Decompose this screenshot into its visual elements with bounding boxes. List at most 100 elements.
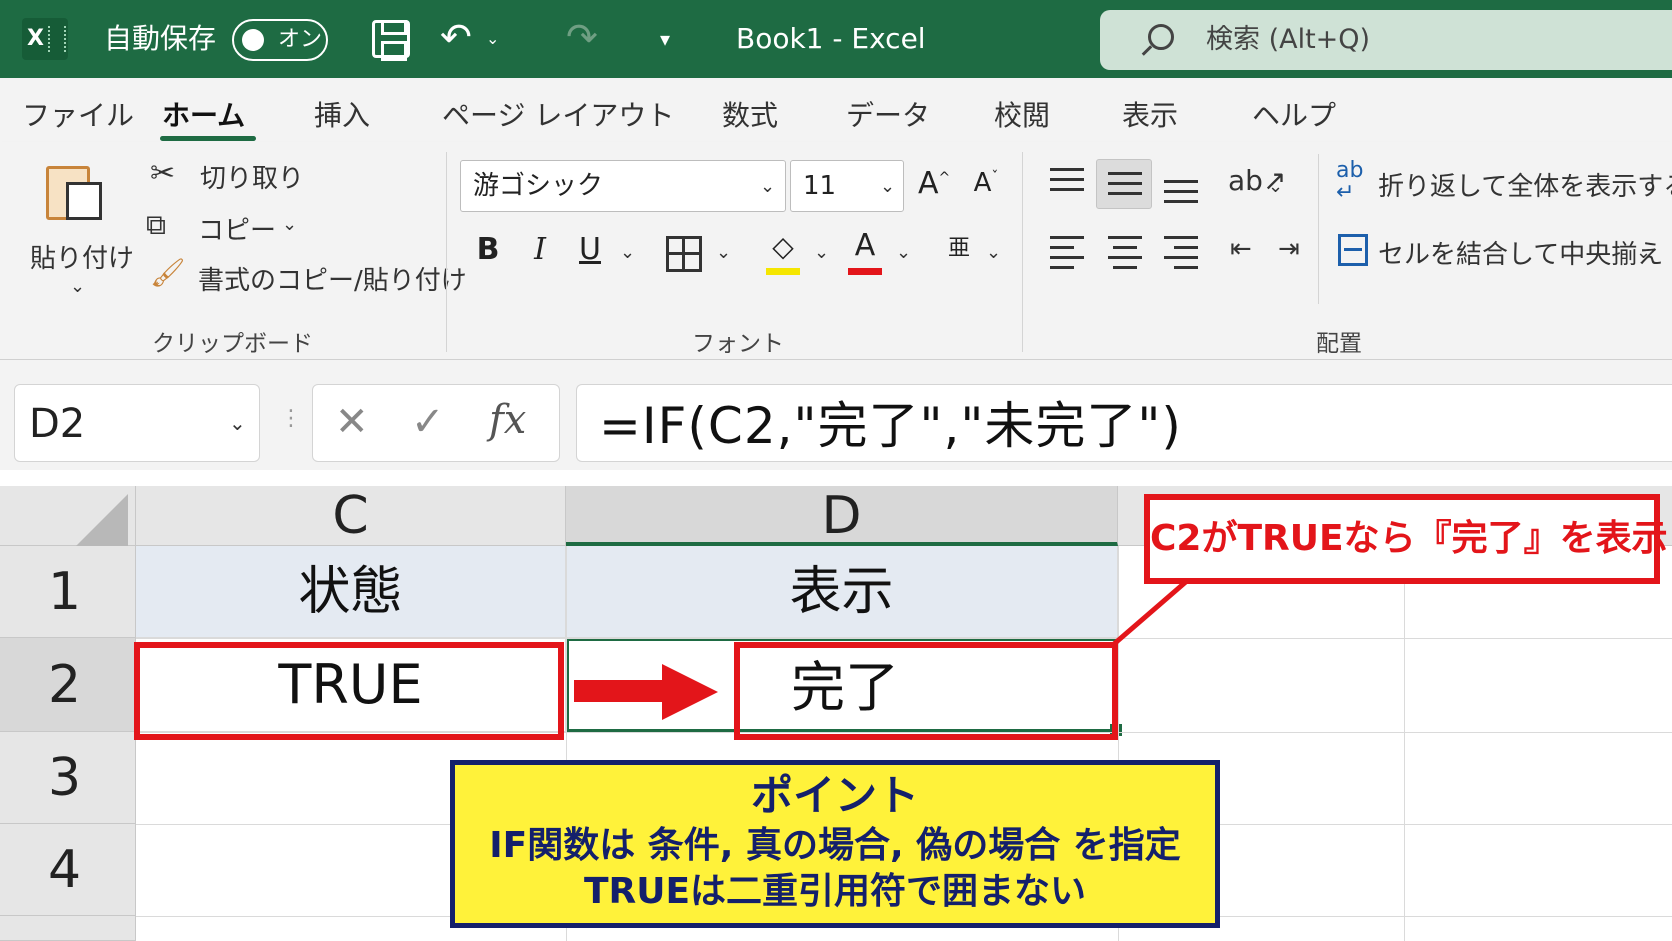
format-painter-button[interactable]: 書式のコピー/貼り付け bbox=[198, 260, 467, 297]
align-middle-button[interactable] bbox=[1096, 159, 1152, 209]
select-all-triangle bbox=[72, 494, 128, 550]
cell-d1[interactable]: 表示 bbox=[566, 546, 1118, 638]
row-header-5[interactable] bbox=[0, 916, 136, 941]
shrink-font-glyph: A bbox=[973, 168, 992, 198]
highlight-c2 bbox=[134, 642, 564, 740]
name-box[interactable]: D2 ⌄ bbox=[14, 384, 260, 462]
toggle-knob bbox=[242, 29, 264, 51]
resize-handle-icon[interactable]: ⋮ bbox=[280, 406, 302, 431]
insert-function-icon[interactable]: fx bbox=[489, 397, 526, 443]
borders-dropdown-icon[interactable]: ⌄ bbox=[716, 242, 731, 263]
tab-file[interactable]: ファイル bbox=[22, 94, 134, 134]
merge-dropdown-icon[interactable]: ⌄ bbox=[1636, 242, 1651, 263]
font-color-dropdown-icon[interactable]: ⌄ bbox=[896, 242, 911, 263]
fill-color-icon[interactable]: ◇ bbox=[766, 230, 800, 263]
window-title: Book1 - Excel bbox=[736, 22, 926, 55]
arrow-head-icon bbox=[662, 664, 718, 720]
tab-formulas[interactable]: 数式 bbox=[722, 94, 778, 134]
font-name-select[interactable]: 游ゴシック bbox=[460, 160, 786, 212]
orientation-dropdown-icon[interactable]: ⌄ bbox=[1268, 176, 1283, 197]
row-header-3[interactable]: 3 bbox=[0, 732, 136, 824]
autosave-toggle[interactable]: オン bbox=[232, 19, 328, 61]
cancel-icon[interactable]: ✕ bbox=[335, 399, 369, 445]
column-header-c[interactable]: C bbox=[136, 486, 566, 546]
select-all-corner[interactable] bbox=[0, 486, 136, 550]
formula-actions: ✕ ✓ fx bbox=[312, 384, 560, 462]
grow-font-glyph: A bbox=[918, 166, 939, 201]
tab-review[interactable]: 校閲 bbox=[994, 94, 1050, 134]
font-size-dropdown-icon[interactable]: ⌄ bbox=[880, 176, 895, 197]
enter-icon[interactable]: ✓ bbox=[411, 399, 445, 445]
font-size-value: 11 bbox=[803, 171, 837, 201]
name-box-value: D2 bbox=[29, 401, 86, 447]
font-color-swatch bbox=[848, 268, 882, 275]
formula-input[interactable]: =IF(C2,"完了","未完了") bbox=[576, 384, 1672, 462]
bold-button[interactable]: B bbox=[472, 232, 504, 267]
paste-button-label[interactable]: 貼り付け bbox=[30, 238, 134, 275]
highlight-d2 bbox=[734, 642, 1118, 740]
column-header-d[interactable]: D bbox=[566, 486, 1118, 546]
row-header-1[interactable]: 1 bbox=[0, 546, 136, 638]
phonetic-dropdown-icon[interactable]: ⌄ bbox=[986, 242, 1001, 263]
search-icon bbox=[1148, 24, 1174, 50]
tab-help[interactable]: ヘルプ bbox=[1252, 94, 1336, 134]
copy-dropdown-icon[interactable]: ⌄ bbox=[282, 214, 297, 235]
tab-page-layout[interactable]: ページ レイアウト bbox=[442, 94, 674, 134]
borders-icon[interactable] bbox=[666, 236, 702, 272]
formula-bar: D2 ⌄ ⋮ ✕ ✓ fx =IF(C2,"完了","未完了") bbox=[0, 360, 1672, 470]
font-name-dropdown-icon[interactable]: ⌄ bbox=[760, 176, 775, 197]
align-middle-icon bbox=[1108, 172, 1142, 200]
paste-icon[interactable] bbox=[46, 160, 108, 222]
merge-center-button[interactable]: セルを結合して中央揃え bbox=[1378, 234, 1663, 271]
wrap-text-button[interactable]: 折り返して全体を表示する bbox=[1378, 166, 1672, 203]
undo-dropdown-icon[interactable]: ⌄ bbox=[486, 0, 499, 78]
align-inner-separator bbox=[1318, 154, 1319, 304]
save-icon[interactable] bbox=[372, 20, 410, 61]
align-bottom-icon[interactable] bbox=[1164, 176, 1198, 204]
copy-button[interactable]: コピー bbox=[198, 210, 276, 247]
paste-dropdown-icon[interactable]: ⌄ bbox=[70, 276, 85, 297]
cut-icon[interactable]: ✂ bbox=[150, 156, 175, 191]
arrow-shaft bbox=[574, 680, 664, 702]
font-group-label: フォント bbox=[692, 331, 784, 357]
tab-data[interactable]: データ bbox=[846, 94, 930, 134]
row-header-4[interactable]: 4 bbox=[0, 824, 136, 916]
increase-indent-icon[interactable]: ⇥ bbox=[1278, 234, 1300, 264]
row-header-2[interactable]: 2 bbox=[0, 638, 136, 732]
formula-text: =IF(C2,"完了","未完了") bbox=[599, 397, 1182, 455]
gridline bbox=[1404, 546, 1405, 941]
autosave-toggle-label: オン bbox=[278, 27, 323, 52]
align-left-icon[interactable] bbox=[1050, 236, 1084, 269]
format-painter-icon[interactable]: 🖌 bbox=[150, 256, 186, 289]
tab-home[interactable]: ホーム bbox=[162, 94, 245, 134]
note-title: ポイント bbox=[750, 771, 919, 820]
search-box[interactable]: 検索 (Alt+Q) bbox=[1100, 10, 1672, 70]
cell-c1[interactable]: 状態 bbox=[136, 546, 566, 638]
align-right-icon[interactable] bbox=[1164, 236, 1198, 269]
customize-toolbar-icon[interactable]: ▾ bbox=[660, 0, 670, 78]
align-top-icon[interactable] bbox=[1050, 168, 1084, 196]
fill-color-dropdown-icon[interactable]: ⌄ bbox=[814, 242, 829, 263]
tab-view[interactable]: 表示 bbox=[1122, 94, 1178, 134]
underline-button[interactable]: U bbox=[574, 232, 606, 267]
wrap-text-icon[interactable]: ab ↵ bbox=[1336, 160, 1363, 204]
excel-window: X 自動保存 オン ↶ ⌄ ↷ ▾ Book1 - Excel 検索 (Alt+… bbox=[0, 0, 1672, 941]
font-color-button[interactable]: A bbox=[848, 228, 882, 263]
phonetic-guide-icon[interactable]: 亜 bbox=[946, 230, 972, 262]
clipboard-group-label: クリップボード bbox=[152, 331, 313, 357]
merge-center-icon[interactable] bbox=[1338, 234, 1368, 266]
gridline bbox=[136, 638, 1672, 639]
italic-button[interactable]: I bbox=[524, 232, 556, 267]
underline-dropdown-icon[interactable]: ⌄ bbox=[620, 242, 635, 263]
excel-logo-letter: X bbox=[27, 26, 44, 51]
name-box-dropdown-icon[interactable]: ⌄ bbox=[229, 411, 246, 435]
shrink-font-button[interactable]: Aˇ bbox=[970, 168, 1002, 198]
tab-insert[interactable]: 挿入 bbox=[314, 94, 370, 134]
cut-button[interactable]: 切り取り bbox=[200, 158, 304, 195]
redo-icon: ↷ bbox=[566, 15, 598, 59]
copy-icon[interactable]: ⧉ bbox=[146, 208, 166, 242]
grow-font-button[interactable]: A^ bbox=[918, 166, 950, 201]
undo-icon[interactable]: ↶ bbox=[440, 0, 472, 76]
decrease-indent-icon[interactable]: ⇤ bbox=[1230, 234, 1252, 264]
align-center-icon[interactable] bbox=[1108, 236, 1142, 269]
